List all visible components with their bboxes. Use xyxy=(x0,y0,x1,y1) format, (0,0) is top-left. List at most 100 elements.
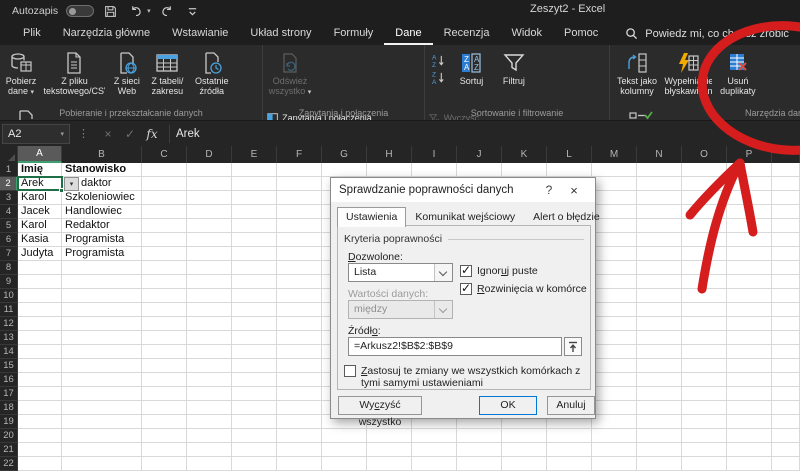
cell-E7[interactable] xyxy=(232,247,277,261)
cell-B9[interactable] xyxy=(62,275,142,289)
cell-O1[interactable] xyxy=(682,163,727,177)
cell-X13[interactable] xyxy=(772,331,800,345)
undo-caret-icon[interactable]: ▾ xyxy=(147,7,151,15)
cell-C4[interactable] xyxy=(142,205,187,219)
cell-A21[interactable] xyxy=(18,443,62,457)
column-header-F[interactable]: F xyxy=(277,146,322,163)
cell-P5[interactable] xyxy=(727,219,772,233)
column-header-M[interactable]: M xyxy=(592,146,637,163)
row-header-13[interactable]: 13 xyxy=(0,331,18,345)
clear-all-button[interactable]: Wyczyść wszystko xyxy=(338,396,422,428)
cell-X20[interactable] xyxy=(772,429,800,443)
column-header-K[interactable]: K xyxy=(502,146,547,163)
cell-O16[interactable] xyxy=(682,373,727,387)
cell-F6[interactable] xyxy=(277,233,322,247)
cell-I20[interactable] xyxy=(412,429,457,443)
tell-me-box[interactable]: Powiedz mi, co chcesz zrobić xyxy=(625,22,789,45)
cell-X16[interactable] xyxy=(772,373,800,387)
row-header-16[interactable]: 16 xyxy=(0,373,18,387)
cell-P9[interactable] xyxy=(727,275,772,289)
cell-M6[interactable] xyxy=(592,233,637,247)
cell-X10[interactable] xyxy=(772,289,800,303)
cell-C7[interactable] xyxy=(142,247,187,261)
tab-7[interactable]: Widok xyxy=(500,22,553,45)
ignore-blank-checkbox[interactable]: ✓ xyxy=(460,263,472,277)
row-header-17[interactable]: 17 xyxy=(0,387,18,401)
select-all-corner[interactable] xyxy=(0,146,18,163)
cell-P12[interactable] xyxy=(727,317,772,331)
cell-C18[interactable] xyxy=(142,401,187,415)
cell-O12[interactable] xyxy=(682,317,727,331)
cell-E16[interactable] xyxy=(232,373,277,387)
cell-G22[interactable] xyxy=(322,457,367,471)
cell-F21[interactable] xyxy=(277,443,322,457)
cell-B10[interactable] xyxy=(62,289,142,303)
tab-6[interactable]: Recenzja xyxy=(433,22,501,45)
validation-dropdown-button[interactable]: ▾ xyxy=(64,177,79,191)
cell-B11[interactable] xyxy=(62,303,142,317)
redo-icon[interactable] xyxy=(159,3,176,19)
column-header-B[interactable]: B xyxy=(62,146,142,163)
cell-M22[interactable] xyxy=(592,457,637,471)
cell-N8[interactable] xyxy=(637,261,682,275)
cell-X19[interactable] xyxy=(772,415,800,429)
cell-O6[interactable] xyxy=(682,233,727,247)
cell-K22[interactable] xyxy=(502,457,547,471)
row-header-3[interactable]: 3 xyxy=(0,191,18,205)
cell-P20[interactable] xyxy=(727,429,772,443)
cell-E4[interactable] xyxy=(232,205,277,219)
cell-F2[interactable] xyxy=(277,177,322,191)
cell-A19[interactable] xyxy=(18,415,62,429)
cell-O10[interactable] xyxy=(682,289,727,303)
cell-N1[interactable] xyxy=(637,163,682,177)
cell-E21[interactable] xyxy=(232,443,277,457)
cell-B3[interactable]: Szkoleniowiec xyxy=(62,191,142,205)
cell-D3[interactable] xyxy=(187,191,232,205)
column-header-H[interactable]: H xyxy=(367,146,412,163)
cell-L22[interactable] xyxy=(547,457,592,471)
cell-X2[interactable] xyxy=(772,177,800,191)
cell-P21[interactable] xyxy=(727,443,772,457)
cell-C3[interactable] xyxy=(142,191,187,205)
tab-0[interactable]: Plik xyxy=(12,22,52,45)
cell-O7[interactable] xyxy=(682,247,727,261)
cell-N5[interactable] xyxy=(637,219,682,233)
cell-F14[interactable] xyxy=(277,345,322,359)
cell-I1[interactable] xyxy=(412,163,457,177)
cell-D18[interactable] xyxy=(187,401,232,415)
cell-F9[interactable] xyxy=(277,275,322,289)
cell-C9[interactable] xyxy=(142,275,187,289)
cell-D15[interactable] xyxy=(187,359,232,373)
cell-E1[interactable] xyxy=(232,163,277,177)
cell-B20[interactable] xyxy=(62,429,142,443)
cell-X12[interactable] xyxy=(772,317,800,331)
dialog-help-button[interactable]: ? xyxy=(537,183,561,197)
cell-C5[interactable] xyxy=(142,219,187,233)
cell-O14[interactable] xyxy=(682,345,727,359)
column-header-C[interactable]: C xyxy=(142,146,187,163)
cell-P14[interactable] xyxy=(727,345,772,359)
cell-A17[interactable] xyxy=(18,387,62,401)
cell-M7[interactable] xyxy=(592,247,637,261)
cell-C13[interactable] xyxy=(142,331,187,345)
cell-P11[interactable] xyxy=(727,303,772,317)
cell-F22[interactable] xyxy=(277,457,322,471)
dialog-tab-error-alert[interactable]: Alert o błędzie xyxy=(524,207,609,227)
cell-F13[interactable] xyxy=(277,331,322,345)
cell-D16[interactable] xyxy=(187,373,232,387)
cell-X9[interactable] xyxy=(772,275,800,289)
cell-H1[interactable] xyxy=(367,163,412,177)
cell-H22[interactable] xyxy=(367,457,412,471)
cell-E11[interactable] xyxy=(232,303,277,317)
cell-X3[interactable] xyxy=(772,191,800,205)
cell-X18[interactable] xyxy=(772,401,800,415)
cell-N4[interactable] xyxy=(637,205,682,219)
cell-E8[interactable] xyxy=(232,261,277,275)
row-header-10[interactable]: 10 xyxy=(0,289,18,303)
filter-button[interactable]: Filtruj xyxy=(496,48,532,106)
row-header-9[interactable]: 9 xyxy=(0,275,18,289)
cell-M16[interactable] xyxy=(592,373,637,387)
name-box[interactable]: A2 ▾ xyxy=(2,123,70,144)
cell-F20[interactable] xyxy=(277,429,322,443)
row-header-7[interactable]: 7 xyxy=(0,247,18,261)
